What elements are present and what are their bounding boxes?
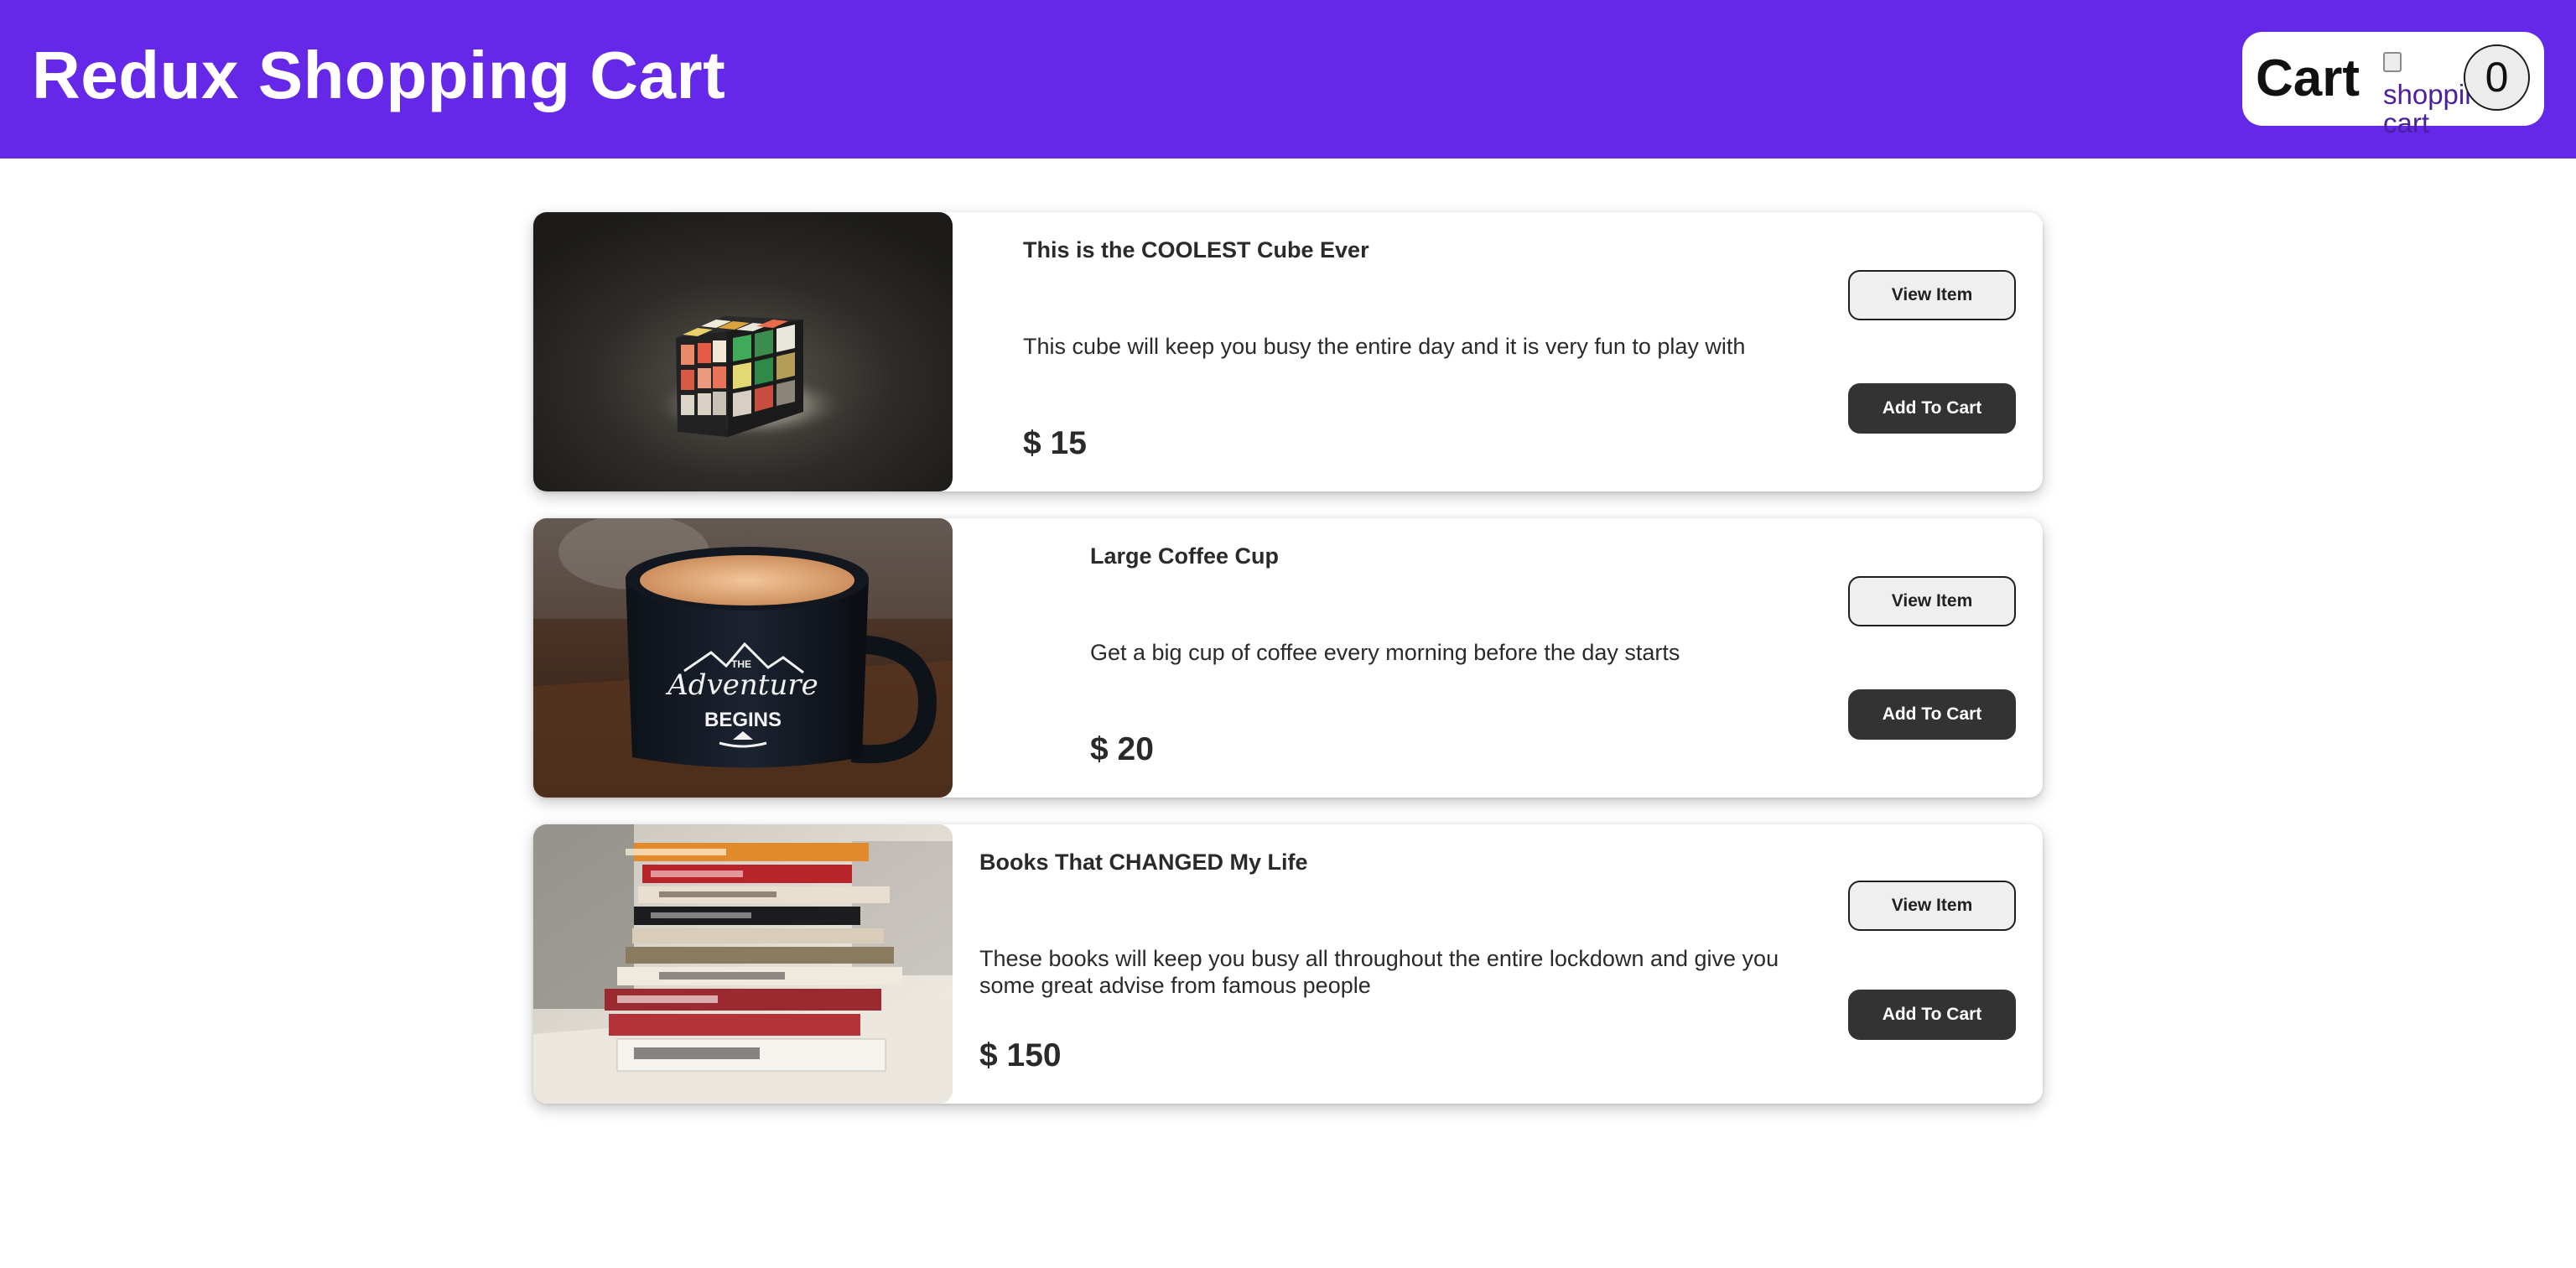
mug-print-adventure: Adventure [665, 668, 818, 702]
product-card-books: Books That CHANGED My Life These books w… [533, 824, 2043, 1104]
product-card-cube: This is the COOLEST Cube Ever This cube … [533, 212, 2043, 491]
product-card-coffee-cup: THE Adventure BEGINS Large Coffee Cup Ge… [533, 518, 2043, 798]
product-price: $ 150 [979, 1037, 1062, 1073]
view-item-button[interactable]: View Item [1848, 270, 2016, 320]
cart-image-alt-text: shopping cart [2383, 79, 2475, 137]
product-info: This is the COOLEST Cube Ever This cube … [1023, 212, 1811, 491]
product-image-coffee-cup: THE Adventure BEGINS [533, 518, 953, 798]
mug-print-begins: BEGINS [704, 709, 782, 731]
product-description: These books will keep you busy all throu… [979, 946, 1779, 998]
product-info: Large Coffee Cup Get a big cup of coffee… [1090, 518, 1811, 798]
cart-label: Cart [2256, 49, 2360, 107]
product-image-books [533, 824, 953, 1104]
add-to-cart-button[interactable]: Add To Cart [1848, 990, 2016, 1040]
shopping-cart-icon: shopping cart [2383, 52, 2475, 136]
view-item-button[interactable]: View Item [1848, 576, 2016, 626]
view-item-button[interactable]: View Item [1848, 881, 2016, 931]
product-title: Books That CHANGED My Life [979, 850, 1308, 875]
product-image-cube [533, 212, 953, 491]
product-info: Books That CHANGED My Life These books w… [979, 824, 1801, 1104]
cart-count-badge: 0 [2464, 44, 2530, 111]
add-to-cart-button[interactable]: Add To Cart [1848, 689, 2016, 740]
product-description: Get a big cup of coffee every morning be… [1090, 640, 1680, 665]
add-to-cart-button[interactable]: Add To Cart [1848, 383, 2016, 434]
product-description: This cube will keep you busy the entire … [1023, 334, 1746, 359]
product-price: $ 15 [1023, 425, 1087, 461]
app-title: Redux Shopping Cart [32, 38, 726, 112]
product-price: $ 20 [1090, 731, 1154, 767]
broken-image-icon [2383, 52, 2402, 72]
product-title: Large Coffee Cup [1090, 543, 1280, 569]
product-title: This is the COOLEST Cube Ever [1023, 237, 1369, 262]
navbar: Redux Shopping Cart Cart shopping cart 0 [0, 0, 2576, 158]
cart-button[interactable]: Cart shopping cart 0 [2242, 32, 2544, 136]
